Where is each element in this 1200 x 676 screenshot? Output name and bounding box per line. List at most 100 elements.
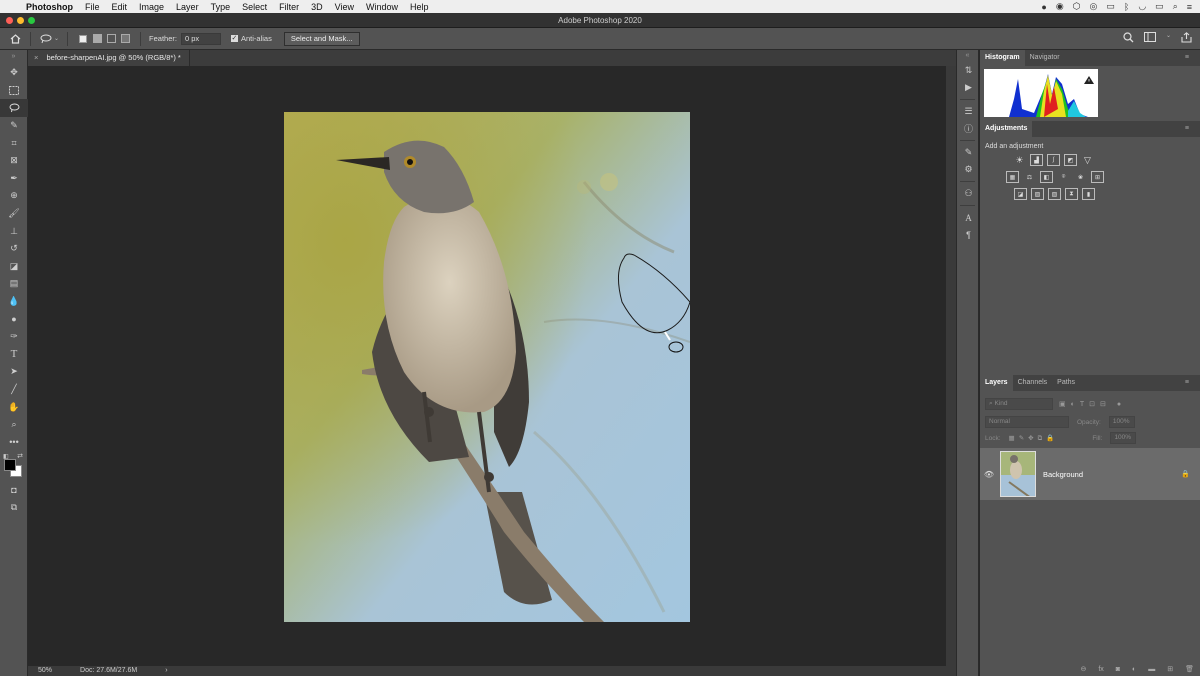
tab-channels[interactable]: Channels xyxy=(1013,375,1053,391)
history-panel-icon[interactable]: ⇅ xyxy=(957,62,980,79)
gradient-map-icon[interactable]: ▮ xyxy=(1082,188,1095,200)
grammar-icon[interactable]: ◉ xyxy=(1056,1,1064,12)
tab-histogram[interactable]: Histogram xyxy=(980,50,1025,66)
blend-mode-select[interactable]: Normal xyxy=(985,416,1069,428)
menu-view[interactable]: View xyxy=(329,2,360,12)
panel-grip[interactable]: « xyxy=(957,50,978,62)
adjustments-settings-icon[interactable]: ⚙ xyxy=(957,161,980,178)
blur-tool-icon[interactable]: 💧 xyxy=(0,293,28,311)
antialias-checkbox[interactable]: ✓ xyxy=(230,35,238,42)
workspace-chevron-icon[interactable]: ⌄ xyxy=(1166,32,1171,45)
eraser-tool-icon[interactable]: ◪ xyxy=(0,258,28,276)
document-tab[interactable]: × before-sharpenAI.jpg @ 50% (RGB/8*) * xyxy=(28,50,190,66)
feather-input[interactable]: 0 px xyxy=(180,32,221,45)
eyedropper-tool-icon[interactable]: ✒ xyxy=(0,170,28,188)
intersect-selection-icon[interactable] xyxy=(118,32,132,46)
character-styles-icon[interactable]: ⚇ xyxy=(957,185,980,202)
brush-settings-icon[interactable]: ✎ xyxy=(957,144,980,161)
adjustments-menu-icon[interactable]: ≡ xyxy=(1180,121,1194,137)
menu-file[interactable]: File xyxy=(79,2,106,12)
foreground-color-swatch[interactable] xyxy=(4,459,16,472)
add-to-selection-icon[interactable] xyxy=(90,32,104,46)
layer-filter-icons[interactable]: ▣◐T⊡⊟ xyxy=(1059,400,1111,408)
vertical-scrollbar[interactable] xyxy=(946,66,956,676)
opacity-input[interactable]: 100% xyxy=(1108,416,1135,428)
more-tools-icon[interactable]: ••• xyxy=(0,433,28,451)
new-group-icon[interactable]: ▬ xyxy=(1148,666,1155,673)
canvas-area[interactable] xyxy=(28,66,946,666)
move-tool-icon[interactable]: ✥ xyxy=(0,64,28,82)
clone-stamp-tool-icon[interactable]: ⊥ xyxy=(0,222,28,240)
character-panel-icon[interactable]: A xyxy=(957,209,980,226)
brightness-contrast-icon[interactable]: ☀ xyxy=(1013,154,1026,166)
frame-tool-icon[interactable]: ⊠ xyxy=(0,152,28,170)
tools-collapse-grip[interactable]: » xyxy=(0,50,27,64)
exposure-icon[interactable]: ◩ xyxy=(1064,154,1077,166)
select-and-mask-button[interactable]: Select and Mask... xyxy=(283,31,360,46)
menu-edit[interactable]: Edit xyxy=(106,2,134,12)
spot-healing-tool-icon[interactable]: ⊕ xyxy=(0,187,28,205)
search-icon[interactable] xyxy=(1123,32,1134,45)
zoom-level[interactable]: 50% xyxy=(38,666,52,676)
subtract-from-selection-icon[interactable] xyxy=(104,32,118,46)
menu-photoshop[interactable]: Photoshop xyxy=(22,2,79,12)
selective-color-icon[interactable]: ⧗ xyxy=(1065,188,1078,200)
wifi-icon[interactable]: ◡ xyxy=(1138,1,1146,12)
layer-name[interactable]: Background xyxy=(1043,470,1083,479)
threshold-icon[interactable]: ▧ xyxy=(1048,188,1061,200)
vibrance-icon[interactable]: ▽ xyxy=(1081,154,1094,166)
menu-select[interactable]: Select xyxy=(236,2,273,12)
properties-panel-icon[interactable]: ☰ xyxy=(957,103,980,120)
posterize-icon[interactable]: ▨ xyxy=(1031,188,1044,200)
layer-style-icon[interactable]: fx xyxy=(1098,666,1103,673)
path-selection-tool-icon[interactable]: ➤ xyxy=(0,363,28,381)
new-adjustment-layer-icon[interactable]: ◐ xyxy=(1132,666,1136,673)
share-icon[interactable] xyxy=(1181,32,1192,45)
hand-tool-icon[interactable]: ✋ xyxy=(0,398,28,416)
sync-icon[interactable]: ◎ xyxy=(1090,1,1098,12)
invert-icon[interactable]: ◪ xyxy=(1014,188,1027,200)
gradient-tool-icon[interactable]: ▤ xyxy=(0,275,28,293)
info-panel-icon[interactable]: ⓘ xyxy=(957,120,980,137)
dropbox-icon[interactable]: ⬡ xyxy=(1073,1,1081,12)
close-window-button[interactable] xyxy=(6,17,13,24)
bluetooth-icon[interactable]: ᛒ xyxy=(1124,2,1129,12)
pen-tool-icon[interactable]: ✑ xyxy=(0,328,28,346)
brush-tool-icon[interactable]: 🖌 xyxy=(0,205,28,223)
photo-filter-icon[interactable]: ⌾ xyxy=(1057,171,1070,183)
home-icon[interactable] xyxy=(8,32,22,46)
marquee-tool-icon[interactable] xyxy=(0,82,28,100)
quick-selection-tool-icon[interactable]: ✎ xyxy=(0,117,28,135)
filter-toggle-icon[interactable]: ● xyxy=(1117,401,1121,408)
tab-adjustments[interactable]: Adjustments xyxy=(980,121,1033,137)
hue-saturation-icon[interactable]: ▦ xyxy=(1006,171,1019,183)
menu-3d[interactable]: 3D xyxy=(305,2,329,12)
minimize-window-button[interactable] xyxy=(17,17,24,24)
menu-window[interactable]: Window xyxy=(360,2,404,12)
lasso-tool-preset-icon[interactable] xyxy=(39,32,53,46)
airplay-icon[interactable]: ▭ xyxy=(1106,1,1115,12)
zoom-tool-icon[interactable]: ⌕ xyxy=(0,416,28,434)
workspace-icon[interactable] xyxy=(1143,32,1156,45)
screen-mirroring-icon[interactable]: ▭ xyxy=(1155,1,1164,12)
creative-cloud-icon[interactable]: ● xyxy=(1041,2,1046,12)
type-tool-icon[interactable]: T xyxy=(0,346,28,364)
tab-paths[interactable]: Paths xyxy=(1052,375,1080,391)
black-white-icon[interactable]: ◧ xyxy=(1040,171,1053,183)
lock-options-icons[interactable]: ▦✎✥⧉🔒 xyxy=(1009,434,1059,443)
new-selection-icon[interactable] xyxy=(76,32,90,46)
actions-panel-icon[interactable]: ▶ xyxy=(957,79,980,96)
swap-colors-icon[interactable]: ⇄ xyxy=(17,452,23,460)
layers-menu-icon[interactable]: ≡ xyxy=(1180,375,1194,391)
zoom-window-button[interactable] xyxy=(28,17,35,24)
tab-layers[interactable]: Layers xyxy=(980,375,1013,391)
delete-layer-icon[interactable]: 🗑 xyxy=(1185,665,1194,673)
screen-mode-icon[interactable]: ⧉ xyxy=(0,499,28,517)
chevron-down-icon[interactable]: ⌄ xyxy=(54,35,59,42)
visibility-eye-icon[interactable]: 👁 xyxy=(980,470,998,479)
search-icon[interactable]: ⌕ xyxy=(1173,1,1178,12)
status-menu-arrow-icon[interactable]: › xyxy=(165,666,167,676)
lasso-tool-icon[interactable] xyxy=(0,99,28,117)
color-balance-icon[interactable]: ⚖ xyxy=(1023,171,1036,183)
close-tab-icon[interactable]: × xyxy=(34,53,38,62)
